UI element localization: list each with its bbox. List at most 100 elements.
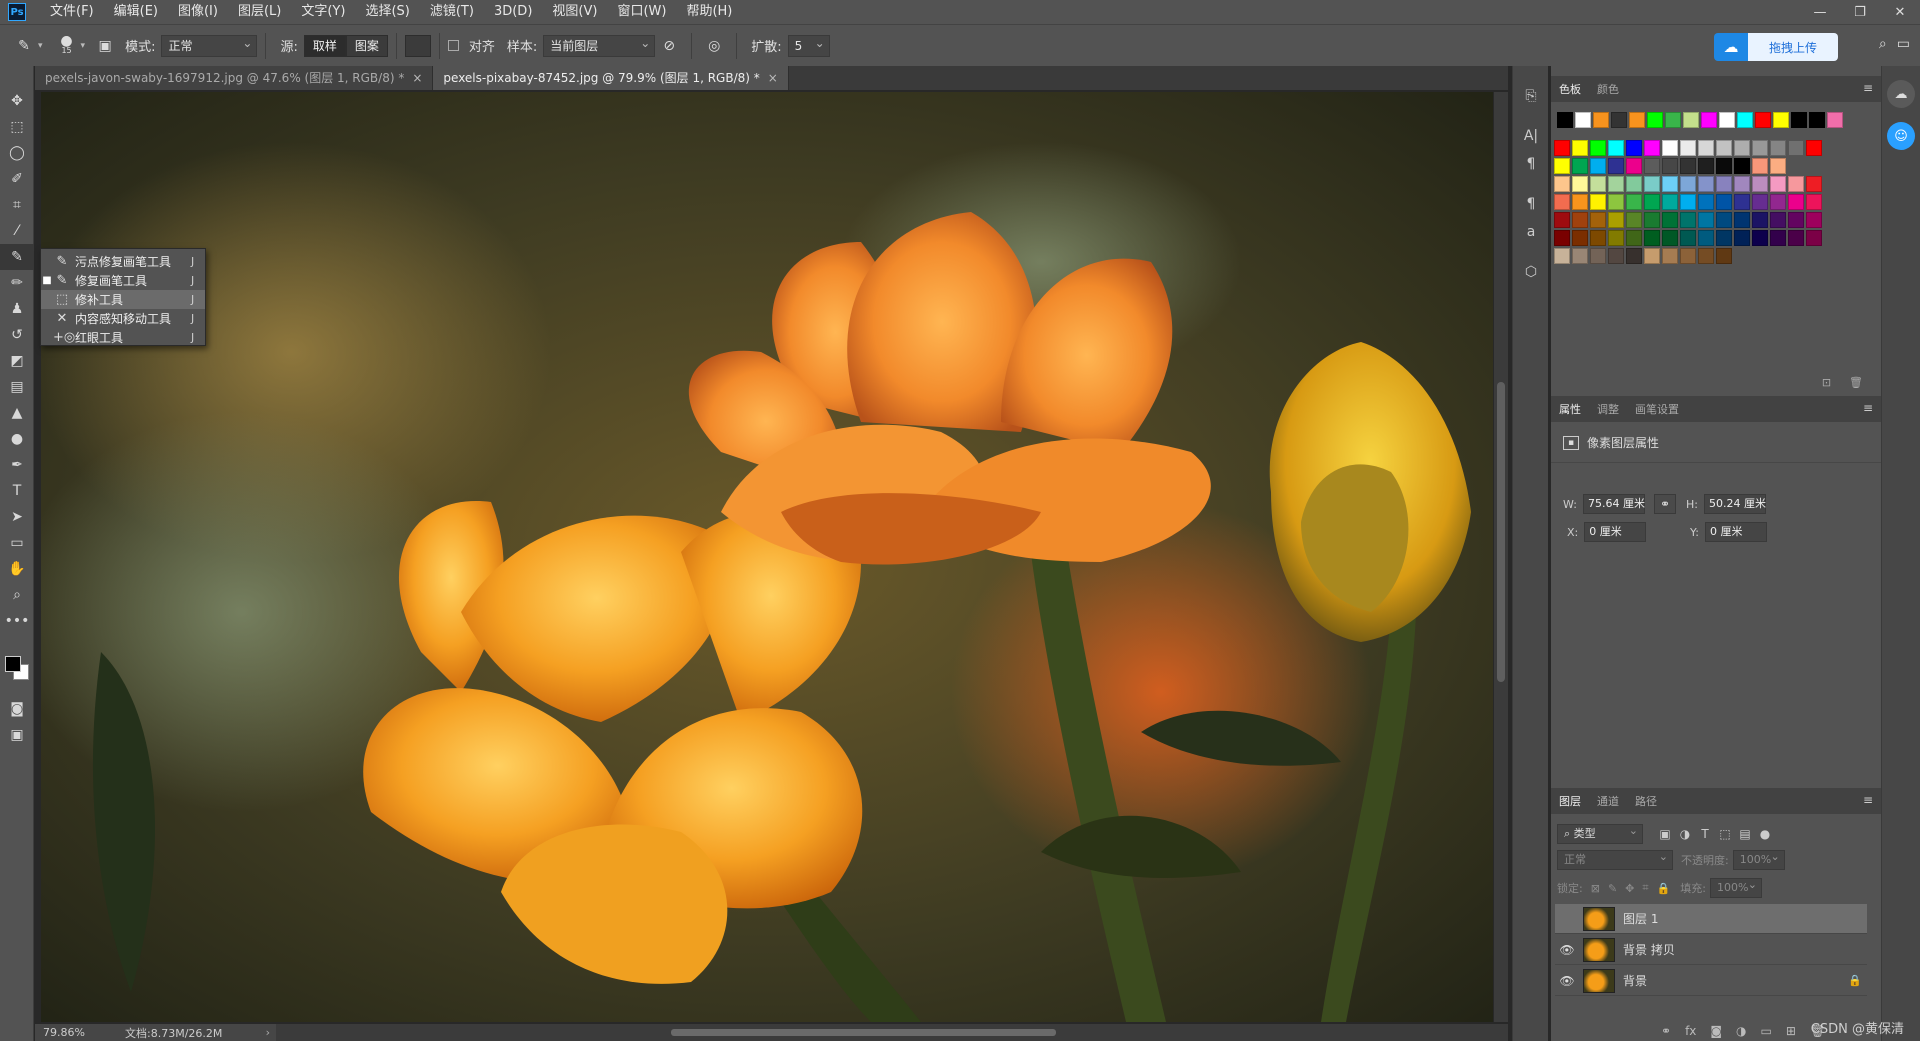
color-swatch[interactable] (1611, 112, 1627, 128)
more-tools-icon[interactable]: ••• (0, 608, 34, 634)
color-swatch[interactable] (1752, 230, 1768, 246)
filter-pixel-icon[interactable]: ▣ (1655, 827, 1675, 841)
color-swatch[interactable] (1608, 158, 1624, 174)
color-swatch[interactable] (1662, 140, 1678, 156)
color-swatch[interactable] (1788, 212, 1804, 228)
color-swatch[interactable] (1680, 248, 1696, 264)
height-input[interactable]: 50.24 厘米 (1703, 494, 1766, 514)
color-swatch[interactable] (1698, 158, 1714, 174)
color-swatch[interactable] (1755, 112, 1771, 128)
color-swatch[interactable] (1554, 176, 1570, 192)
hand-tool-icon[interactable]: ✋ (0, 556, 34, 582)
color-swatch[interactable] (1590, 176, 1606, 192)
color-swatch[interactable] (1572, 230, 1588, 246)
layer-row[interactable]: 👁 背景 拷贝 (1555, 935, 1867, 965)
menu-filter[interactable]: 滤镜(T) (420, 0, 484, 24)
color-swatch[interactable] (1752, 176, 1768, 192)
close-window-icon[interactable]: ✕ (1880, 0, 1920, 24)
menu-edit[interactable]: 编辑(E) (104, 0, 168, 24)
quick-select-tool-icon[interactable]: ✐ (0, 166, 34, 192)
color-swatch[interactable] (1647, 112, 1663, 128)
color-swatch[interactable] (1590, 158, 1606, 174)
color-swatch[interactable] (1788, 194, 1804, 210)
character-panel-icon[interactable]: A| (1513, 122, 1549, 150)
drag-upload-button[interactable]: ☁ 拖拽上传 (1714, 33, 1838, 61)
color-swatch[interactable] (1734, 194, 1750, 210)
color-swatch[interactable] (1554, 248, 1570, 264)
color-swatch[interactable] (1608, 176, 1624, 192)
color-swatch[interactable] (1662, 176, 1678, 192)
color-swatch[interactable] (1572, 140, 1588, 156)
color-swatch[interactable] (1716, 248, 1732, 264)
color-swatch[interactable] (1752, 194, 1768, 210)
color-swatch[interactable] (1590, 248, 1606, 264)
brush-tool-icon[interactable]: ✏ (0, 270, 34, 296)
panel-menu-icon[interactable]: ≡ (1863, 81, 1873, 95)
color-swatch[interactable] (1590, 230, 1606, 246)
tab-swatches[interactable]: 色板 (1559, 81, 1581, 97)
visibility-eye-icon[interactable]: 👁 (1555, 974, 1579, 988)
color-swatch[interactable] (1626, 248, 1642, 264)
color-swatch[interactable] (1773, 112, 1789, 128)
healing-brush-tool-icon[interactable]: ✎ (0, 244, 34, 270)
color-swatch[interactable] (1806, 212, 1822, 228)
flyout-content-aware-move[interactable]: ✕ 内容感知移动工具 J (41, 309, 205, 328)
color-swatch[interactable] (1626, 158, 1642, 174)
chevron-down-icon[interactable]: ▾ (38, 41, 43, 51)
source-sampled-button[interactable]: 取样 (303, 34, 346, 57)
color-swatch[interactable] (1788, 230, 1804, 246)
flyout-patch-tool[interactable]: ⬚ 修补工具 J (41, 290, 205, 309)
color-swatch[interactable] (1557, 112, 1573, 128)
color-swatch[interactable] (1698, 212, 1714, 228)
layer-row[interactable]: 👁 图层 1 (1555, 904, 1867, 934)
menu-3d[interactable]: 3D(D) (484, 0, 542, 24)
color-swatch[interactable] (1698, 140, 1714, 156)
color-swatch[interactable] (1698, 230, 1714, 246)
link-icon[interactable]: ⚭ (1654, 494, 1676, 514)
mode-select[interactable]: 正常 (161, 33, 258, 57)
color-swatch[interactable] (1608, 140, 1624, 156)
tab-document-2[interactable]: pexels-pixabay-87452.jpg @ 79.9% (图层 1, … (433, 66, 789, 90)
color-swatch[interactable] (1806, 176, 1822, 192)
color-swatch[interactable] (1788, 140, 1804, 156)
clone-stamp-tool-icon[interactable]: ♟ (0, 296, 34, 322)
color-swatch[interactable] (1572, 194, 1588, 210)
close-icon[interactable]: × (768, 71, 778, 85)
toolbar-grip[interactable] (0, 66, 33, 88)
color-swatch[interactable] (1827, 112, 1843, 128)
color-swatch[interactable] (1770, 158, 1786, 174)
blend-mode-select[interactable]: 正常 (1557, 848, 1673, 870)
lock-position-icon[interactable]: ✥ (1625, 882, 1634, 895)
link-layers-icon[interactable]: ⚭ (1661, 1024, 1671, 1038)
color-swatch[interactable] (1770, 140, 1786, 156)
opacity-input[interactable]: 100% (1732, 848, 1785, 870)
color-swatch[interactable] (1590, 212, 1606, 228)
tab-paths[interactable]: 路径 (1635, 793, 1657, 809)
workspace-icon[interactable]: ▭ (1897, 36, 1910, 52)
color-swatch[interactable] (1806, 140, 1822, 156)
tab-document-1[interactable]: pexels-javon-swaby-1697912.jpg @ 47.6% (… (35, 66, 434, 90)
color-swatch[interactable] (1734, 140, 1750, 156)
color-swatch[interactable] (1662, 194, 1678, 210)
color-swatch[interactable] (1629, 112, 1645, 128)
color-swatch[interactable] (1752, 158, 1768, 174)
x-input[interactable]: 0 厘米 (1584, 522, 1647, 542)
color-swatch[interactable] (1626, 194, 1642, 210)
color-swatch[interactable] (1716, 158, 1732, 174)
document-canvas[interactable] (41, 92, 1493, 1022)
color-swatch[interactable] (1608, 230, 1624, 246)
color-swatch[interactable] (1734, 176, 1750, 192)
color-swatch[interactable] (1608, 212, 1624, 228)
panel-menu-icon[interactable]: ≡ (1863, 401, 1873, 415)
color-swatch[interactable] (1716, 230, 1732, 246)
color-swatch[interactable] (1554, 140, 1570, 156)
color-swatch[interactable] (1554, 230, 1570, 246)
menu-select[interactable]: 选择(S) (355, 0, 419, 24)
eraser-tool-icon[interactable]: ◩ (0, 348, 34, 374)
color-swatch[interactable] (1806, 230, 1822, 246)
brush-size-picker[interactable]: ● 15 (56, 34, 78, 57)
filter-shape-icon[interactable]: ⬚ (1715, 827, 1735, 841)
foreground-color[interactable] (5, 656, 21, 672)
cloud-sync-icon[interactable]: ☁ (1887, 80, 1915, 108)
fill-input[interactable]: 100% (1710, 876, 1762, 898)
